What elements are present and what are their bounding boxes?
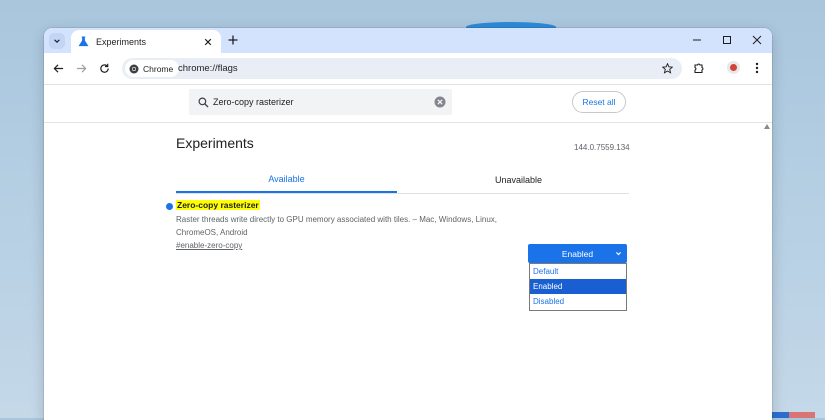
page-title: Experiments [176,135,254,151]
flags-content: Experiments 144.0.7559.134 Available Una… [44,123,772,420]
maximize-icon [723,36,731,44]
flags-search-input[interactable] [213,94,423,110]
chrome-logo-icon [129,64,139,73]
select-value: Enabled [561,248,594,259]
tab-title: Experiments [96,36,147,47]
arrow-right-icon [76,63,86,73]
forward-button[interactable] [74,61,88,75]
close-tab-icon[interactable] [201,35,215,49]
chevron-down-icon [54,39,60,44]
chevron-down-icon [615,250,622,257]
close-window-button[interactable] [750,33,764,47]
search-icon [196,95,210,109]
option-default[interactable]: Default [530,264,626,279]
profile-avatar[interactable] [727,61,740,74]
extensions-button[interactable] [692,61,706,75]
url-text[interactable]: chrome://flags [178,63,238,74]
flag-description: Raster threads write directly to GPU mem… [176,215,497,237]
new-tab-button[interactable] [226,33,240,47]
flags-search [189,89,452,115]
tab-search-button[interactable] [49,33,65,49]
scroll-up-arrow-icon[interactable] [764,124,770,129]
flags-header: Reset all [44,85,772,123]
site-info-chip[interactable]: Chrome [125,60,180,77]
flags-tabs: Available Unavailable [176,167,629,194]
flag-anchor-link[interactable]: #enable-zero-copy [176,241,242,250]
menu-button[interactable] [750,61,764,75]
puzzle-icon [694,63,704,74]
flag-name: Zero-copy rasterizer [176,200,260,210]
chip-label: Chrome [143,63,174,74]
reset-all-button[interactable]: Reset all [572,91,626,113]
back-button[interactable] [51,61,65,75]
minimize-icon [693,39,701,41]
scrollbar[interactable] [762,123,772,420]
minimize-button[interactable] [690,33,704,47]
reload-icon [99,63,109,73]
clear-search-icon[interactable] [434,96,446,108]
version-number: 144.0.7559.134 [574,143,630,152]
flag-state-select[interactable]: Enabled [528,244,627,263]
kebab-menu-icon [755,62,759,74]
tab-strip: Experiments [44,28,772,53]
browser-window: Experiments Chrome chrome://flags Zero-c… [44,28,772,420]
bookmark-star-icon[interactable] [661,62,674,75]
profile-dot-icon [730,64,737,71]
flask-icon [77,36,89,48]
maximize-button[interactable] [720,33,734,47]
arrow-left-icon [53,63,63,73]
tab-available[interactable]: Available [176,167,397,193]
modified-indicator-dot [166,203,173,210]
option-disabled[interactable]: Disabled [530,294,626,309]
plus-icon [228,35,238,45]
option-enabled[interactable]: Enabled [530,279,626,294]
taskbar-accent-red [789,412,815,418]
flag-state-dropdown: Default Enabled Disabled [529,263,627,311]
omnibox[interactable]: Chrome chrome://flags [122,58,682,79]
close-icon [752,35,762,45]
reload-button[interactable] [97,61,111,75]
tab-experiments[interactable]: Experiments [71,30,221,53]
tab-unavailable[interactable]: Unavailable [408,167,629,192]
toolbar: Chrome chrome://flags [44,53,772,85]
